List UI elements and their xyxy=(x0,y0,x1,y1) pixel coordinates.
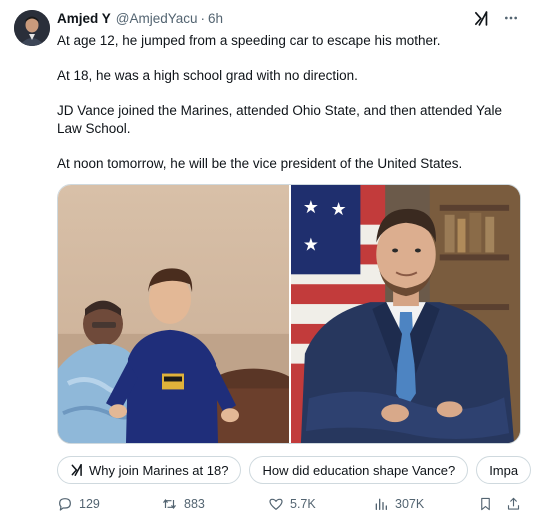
views-icon xyxy=(375,498,387,510)
reply-icon xyxy=(59,498,71,511)
timestamp[interactable]: 6h xyxy=(208,11,223,26)
bookmark-icon[interactable] xyxy=(478,496,493,512)
tweet-paragraph: At age 12, he jumped from a speeding car… xyxy=(57,33,441,48)
official-portrait[interactable]: ★ ★ ★ xyxy=(291,185,520,443)
suggestion-chip[interactable]: How did education shape Vance? xyxy=(249,456,469,484)
like-button[interactable]: 5.7K xyxy=(268,496,316,512)
suggestion-chip[interactable]: Impa xyxy=(476,456,532,484)
reply-button[interactable]: 129 xyxy=(57,496,100,512)
like-count: 5.7K xyxy=(290,497,316,511)
repost-button[interactable]: 883 xyxy=(161,496,205,512)
tweet-paragraph: At 18, he was a high school grad with no… xyxy=(57,68,358,83)
tweet-actions: 129 883 5.7K 307K xyxy=(57,494,521,514)
grok-icon[interactable] xyxy=(472,9,490,27)
suggestion-label: Impa xyxy=(489,462,519,478)
views-button[interactable]: 307K xyxy=(373,496,424,512)
separator-dot: · xyxy=(200,11,206,26)
tweet-paragraph: At noon tomorrow, he will be the vice pr… xyxy=(57,155,463,171)
like-icon xyxy=(269,498,283,510)
tweet-text: At age 12, he jumped from a speeding car… xyxy=(57,32,517,172)
svg-text:★: ★ xyxy=(303,197,319,218)
reply-count: 129 xyxy=(79,497,100,511)
tweet-header: Amjed Y @AmjedYacu · 6h xyxy=(57,11,223,29)
tweet-paragraph: JD Vance joined the Marines, attended Oh… xyxy=(57,103,503,136)
repost-count: 883 xyxy=(184,497,205,511)
author-handle[interactable]: @AmjedYacu xyxy=(116,11,198,26)
suggestion-label: How did education shape Vance? xyxy=(262,462,456,478)
tweet-top-actions xyxy=(472,9,520,27)
share-icon[interactable] xyxy=(506,496,521,512)
grok-suggestions: Why join Marines at 18? How did educatio… xyxy=(57,456,534,484)
svg-text:★: ★ xyxy=(331,199,347,220)
avatar[interactable] xyxy=(14,10,50,46)
views-count: 307K xyxy=(395,497,425,511)
repost-icon xyxy=(163,499,176,509)
author-name[interactable]: Amjed Y xyxy=(57,11,111,26)
suggestion-chip[interactable]: Why join Marines at 18? xyxy=(57,456,242,484)
tweet-media: ★ ★ ★ xyxy=(57,184,521,444)
more-icon[interactable] xyxy=(502,9,520,27)
grok-icon xyxy=(70,463,84,477)
suggestion-label: Why join Marines at 18? xyxy=(89,462,229,478)
tweet[interactable]: Amjed Y @AmjedYacu · 6h At age 12, he ju… xyxy=(0,0,534,522)
childhood-photo[interactable] xyxy=(58,185,289,443)
svg-text:★: ★ xyxy=(303,234,319,255)
